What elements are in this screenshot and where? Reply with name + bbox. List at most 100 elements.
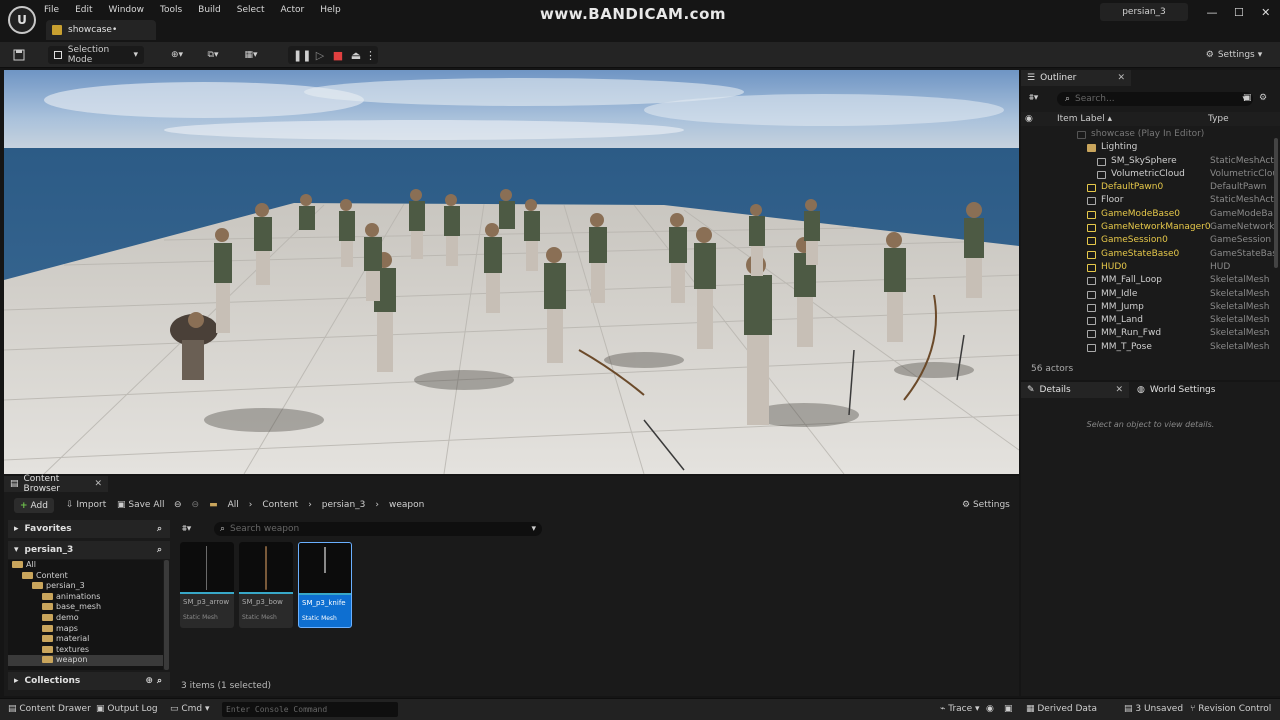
output-log-button[interactable]: ▣ Output Log <box>96 704 158 714</box>
console-command-input[interactable]: Enter Console Command <box>222 702 398 717</box>
search-icon[interactable]: ⌕ <box>157 524 162 534</box>
outliner-search-input[interactable]: ⌕ Search... ▾ <box>1057 92 1253 106</box>
outliner-row[interactable]: SM_SkySphere StaticMeshAct <box>1021 155 1280 168</box>
derived-data-button[interactable]: ▦ Derived Data <box>1026 704 1097 714</box>
breadcrumb-all[interactable]: All <box>228 500 239 510</box>
asset-tile-selected[interactable]: SM_p3_knife Static Mesh <box>298 542 352 628</box>
content-drawer-button[interactable]: ▤ Content Drawer <box>8 704 91 714</box>
step-icon[interactable]: ▷ <box>311 49 329 62</box>
outliner-row[interactable]: MM_T_Pose SkeletalMesh <box>1021 341 1280 354</box>
content-browser-tab[interactable]: ▤ Content Browser ✕ <box>4 474 108 494</box>
save-icon[interactable] <box>10 46 28 64</box>
pause-icon[interactable]: ❚❚ <box>293 49 311 62</box>
settings-button[interactable]: ⚙ Settings ▾ <box>1204 46 1264 64</box>
breadcrumb-project[interactable]: persian_3 <box>322 500 366 510</box>
history-back-icon[interactable]: ⊖ <box>174 500 182 510</box>
collections-section[interactable]: ▸ Collections ⊕ ⌕ <box>8 672 170 690</box>
close-icon[interactable]: ✕ <box>1117 73 1125 83</box>
menu-actor[interactable]: Actor <box>281 5 305 15</box>
breadcrumb-content[interactable]: Content <box>262 500 298 510</box>
eject-icon[interactable]: ⏏ <box>347 49 365 62</box>
search-icon[interactable]: ⌕ <box>157 545 162 555</box>
unsaved-button[interactable]: ▤ 3 Unsaved <box>1124 704 1183 714</box>
outliner-row[interactable]: GameSession0 GameSession <box>1021 234 1280 247</box>
filter-icon[interactable]: ⩩▾ <box>182 524 191 534</box>
unreal-logo-icon[interactable]: U <box>8 6 36 34</box>
folder-tree-item[interactable]: Content <box>8 571 163 582</box>
level-viewport[interactable] <box>4 70 1019 474</box>
outliner-row[interactable]: GameNetworkManager0 GameNetwork <box>1021 221 1280 234</box>
menu-select[interactable]: Select <box>237 5 265 15</box>
close-icon[interactable]: ✕ <box>1115 385 1123 395</box>
gear-icon[interactable]: ⚙ <box>1259 93 1267 103</box>
outliner-row[interactable]: Floor StaticMeshAct <box>1021 194 1280 207</box>
menu-tools[interactable]: Tools <box>160 5 182 15</box>
folder-tree-item[interactable]: persian_3 <box>8 581 163 592</box>
outliner-row[interactable]: HUD0 HUD <box>1021 261 1280 274</box>
outliner-row[interactable]: MM_Idle SkeletalMesh <box>1021 288 1280 301</box>
outliner-row[interactable]: Lighting <box>1021 141 1280 154</box>
close-icon[interactable]: ✕ <box>1254 6 1278 19</box>
details-tab[interactable]: ✎ Details ✕ <box>1021 382 1129 398</box>
outliner-row[interactable]: showcase (Play In Editor) <box>1021 128 1280 141</box>
revision-control-button[interactable]: ⑂ Revision Control <box>1190 704 1271 714</box>
breadcrumb-weapon[interactable]: weapon <box>389 500 424 510</box>
selection-mode-dropdown[interactable]: Selection Mode ▾ <box>48 45 144 65</box>
maximize-icon[interactable]: ☐ <box>1227 6 1251 19</box>
folder-tree-item[interactable]: material <box>8 634 163 645</box>
cinematics-icon[interactable]: ▦▾ <box>238 46 264 64</box>
minimize-icon[interactable]: — <box>1200 6 1224 19</box>
outliner-row[interactable]: MM_Run_Fwd SkeletalMesh <box>1021 327 1280 340</box>
column-type[interactable]: Type <box>1208 114 1229 124</box>
folder-tree-item[interactable]: maps <box>8 624 163 635</box>
world-settings-tab[interactable]: ◍ World Settings <box>1131 382 1241 398</box>
save-all-button[interactable]: ▣ Save All <box>117 500 165 510</box>
folder-tree-item[interactable]: All <box>8 560 163 571</box>
import-button[interactable]: ⇩ Import <box>66 500 106 510</box>
asset-tile[interactable]: SM_p3_arrow Static Mesh <box>180 542 234 628</box>
folder-tree-item[interactable]: base_mesh <box>8 602 163 613</box>
outliner-row[interactable]: GameModeBase0 GameModeBa <box>1021 208 1280 221</box>
more-icon[interactable]: ⋮ <box>365 49 376 62</box>
add-collection-icon[interactable]: ⊕ <box>145 676 153 686</box>
folder-tree-item[interactable]: demo <box>8 613 163 624</box>
search-icon[interactable]: ⌕ <box>157 676 162 686</box>
filter-icon[interactable]: ⩩▾ <box>1029 93 1038 103</box>
content-browser-settings-button[interactable]: ⚙ Settings <box>962 500 1010 510</box>
menu-edit[interactable]: Edit <box>75 5 92 15</box>
cmd-dropdown[interactable]: ▭ Cmd ▾ <box>170 704 210 714</box>
outliner-row[interactable]: GameStateBase0 GameStateBas <box>1021 248 1280 261</box>
outliner-row[interactable]: VolumetricCloud VolumetricClou <box>1021 168 1280 181</box>
visibility-icon[interactable]: ◉ <box>1025 114 1033 124</box>
record-icon[interactable]: ◉ <box>986 704 994 714</box>
menu-help[interactable]: Help <box>320 5 341 15</box>
blueprint-icon[interactable]: ⧉▾ <box>200 46 226 64</box>
project-section[interactable]: ▾ persian_3 ⌕ <box>8 541 170 559</box>
tree-scrollbar[interactable] <box>164 560 169 670</box>
menu-build[interactable]: Build <box>198 5 221 15</box>
stop-icon[interactable]: ■ <box>329 49 347 62</box>
add-actor-icon[interactable]: ⊕▾ <box>164 46 190 64</box>
folder-add-icon[interactable]: ▣ <box>1243 93 1252 103</box>
outliner-row[interactable]: MM_Jump SkeletalMesh <box>1021 301 1280 314</box>
menu-file[interactable]: File <box>44 5 59 15</box>
close-icon[interactable]: ✕ <box>94 479 102 489</box>
document-tab[interactable]: showcase• <box>46 20 156 40</box>
outliner-tab[interactable]: ☰ Outliner ✕ <box>1021 70 1131 86</box>
folder-tree-item[interactable]: animations <box>8 592 163 603</box>
folder-tree-item[interactable]: textures <box>8 645 163 656</box>
outliner-scrollbar[interactable] <box>1274 138 1278 268</box>
add-button[interactable]: + Add <box>14 498 54 513</box>
asset-tile[interactable]: SM_p3_bow Static Mesh <box>239 542 293 628</box>
asset-search-input[interactable]: ⌕ Search weapon ▾ <box>214 522 542 536</box>
folder-tree-item[interactable]: weapon <box>8 655 163 666</box>
history-forward-icon[interactable]: ⊖ <box>192 500 200 510</box>
favorites-section[interactable]: ▸ Favorites ⌕ <box>8 520 170 538</box>
outliner-row[interactable]: MM_Land SkeletalMesh <box>1021 314 1280 327</box>
camera-icon[interactable]: ▣ <box>1004 704 1013 714</box>
column-item-label[interactable]: Item Label ▴ <box>1057 114 1112 124</box>
menu-window[interactable]: Window <box>109 5 145 15</box>
outliner-row[interactable]: DefaultPawn0 DefaultPawn <box>1021 181 1280 194</box>
trace-button[interactable]: ⌁ Trace ▾ <box>940 704 980 714</box>
project-name[interactable]: persian_3 <box>1100 3 1188 21</box>
